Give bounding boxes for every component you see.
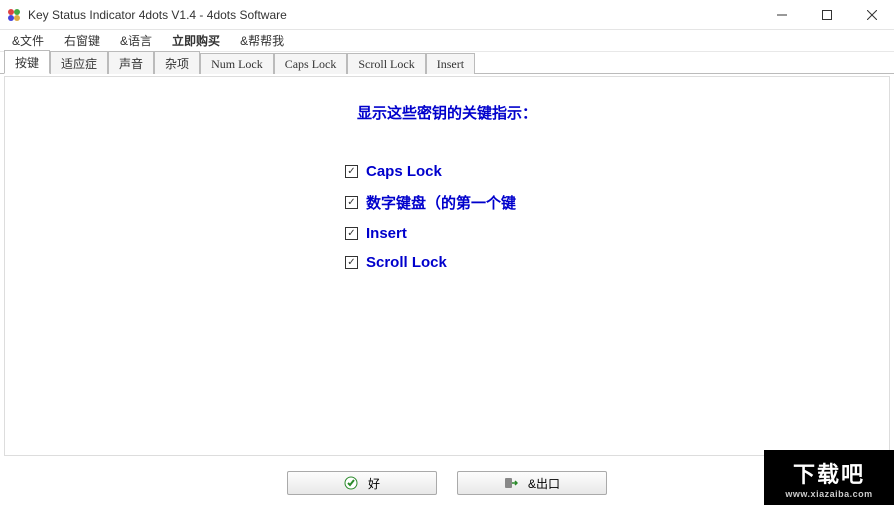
checkbox-0[interactable]: ✓	[345, 165, 358, 178]
check-label-3: Scroll Lock	[366, 254, 447, 271]
menu-item-1[interactable]: 右窗键	[60, 30, 104, 51]
check-row-1: ✓ 数字键盘（的第一个键	[345, 192, 889, 213]
check-row-3: ✓ Scroll Lock	[345, 254, 889, 271]
tab-3[interactable]: 杂项	[154, 51, 200, 74]
checkbox-2[interactable]: ✓	[345, 227, 358, 240]
check-row-0: ✓ Caps Lock	[345, 163, 889, 180]
tab-7[interactable]: Insert	[426, 53, 475, 74]
tab-4[interactable]: Num Lock	[200, 53, 274, 74]
checklist: ✓ Caps Lock ✓ 数字键盘（的第一个键 ✓ Insert ✓ Scroll Lock	[345, 163, 889, 271]
button-bar: 好 &出口	[0, 471, 894, 495]
window-title: Key Status Indicator 4dots V1.4 - 4dots …	[28, 8, 759, 22]
ok-button-label: 好	[368, 475, 380, 492]
ok-button[interactable]: 好	[287, 471, 437, 495]
check-label-1: 数字键盘（的第一个键	[366, 192, 516, 213]
watermark-url: www.xiazaiba.com	[785, 489, 872, 499]
tab-5[interactable]: Caps Lock	[274, 53, 348, 74]
content-panel: 显示这些密钥的关键指示： ✓ Caps Lock ✓ 数字键盘（的第一个键 ✓ Inser…	[4, 76, 890, 456]
check-label-0: Caps Lock	[366, 163, 442, 180]
check-label-2: Insert	[366, 225, 407, 242]
app-icon	[6, 7, 22, 23]
exit-button-label: &出口	[528, 475, 560, 492]
check-icon	[344, 476, 358, 490]
watermark: 下载吧 www.xiazaiba.com	[764, 450, 894, 505]
tabbar: 按键适应症声音杂项Num LockCaps LockScroll LockIns…	[0, 52, 894, 74]
close-button[interactable]	[849, 0, 894, 29]
window-controls	[759, 0, 894, 29]
exit-icon	[504, 476, 518, 490]
panel-heading: 显示这些密钥的关键指示：	[5, 102, 889, 123]
menu-item-4[interactable]: &帮帮我	[236, 30, 288, 51]
exit-button[interactable]: &出口	[457, 471, 607, 495]
menubar: &文件右窗键&语言立即购买&帮帮我	[0, 30, 894, 52]
minimize-button[interactable]	[759, 0, 804, 29]
menu-item-3[interactable]: 立即购买	[168, 30, 224, 51]
checkbox-3[interactable]: ✓	[345, 256, 358, 269]
titlebar: Key Status Indicator 4dots V1.4 - 4dots …	[0, 0, 894, 30]
menu-item-0[interactable]: &文件	[8, 30, 48, 51]
check-row-2: ✓ Insert	[345, 225, 889, 242]
checkbox-1[interactable]: ✓	[345, 196, 358, 209]
tab-0[interactable]: 按键	[4, 50, 50, 74]
tab-6[interactable]: Scroll Lock	[347, 53, 425, 74]
maximize-button[interactable]	[804, 0, 849, 29]
tab-2[interactable]: 声音	[108, 51, 154, 74]
menu-item-2[interactable]: &语言	[116, 30, 156, 51]
watermark-text: 下载吧	[793, 457, 865, 489]
tab-1[interactable]: 适应症	[50, 51, 108, 74]
